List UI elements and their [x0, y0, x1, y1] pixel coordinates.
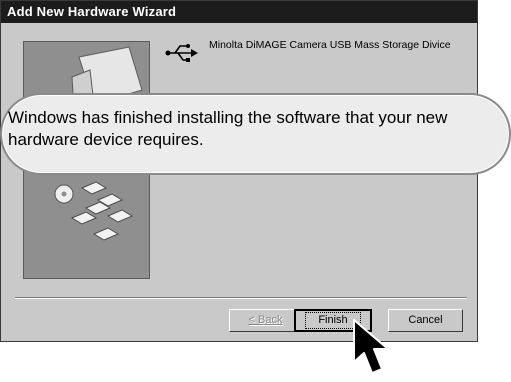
window-title: Add New Hardware Wizard	[1, 1, 477, 23]
back-button-label: < Back	[248, 314, 283, 326]
callout-message: Windows has finished installing the soft…	[8, 108, 448, 149]
back-button[interactable]: < Back	[229, 309, 302, 332]
device-name: Minolta DiMAGE Camera USB Mass Storage D…	[209, 39, 451, 51]
usb-icon	[165, 44, 198, 62]
message-callout: Windows has finished installing the soft…	[0, 93, 511, 175]
button-separator	[15, 297, 467, 299]
cancel-button-label: Cancel	[408, 314, 443, 326]
device-row: Minolta DiMAGE Camera USB Mass Storage D…	[165, 38, 465, 72]
cd-icon	[54, 184, 74, 204]
mouse-cursor-icon	[353, 319, 389, 374]
